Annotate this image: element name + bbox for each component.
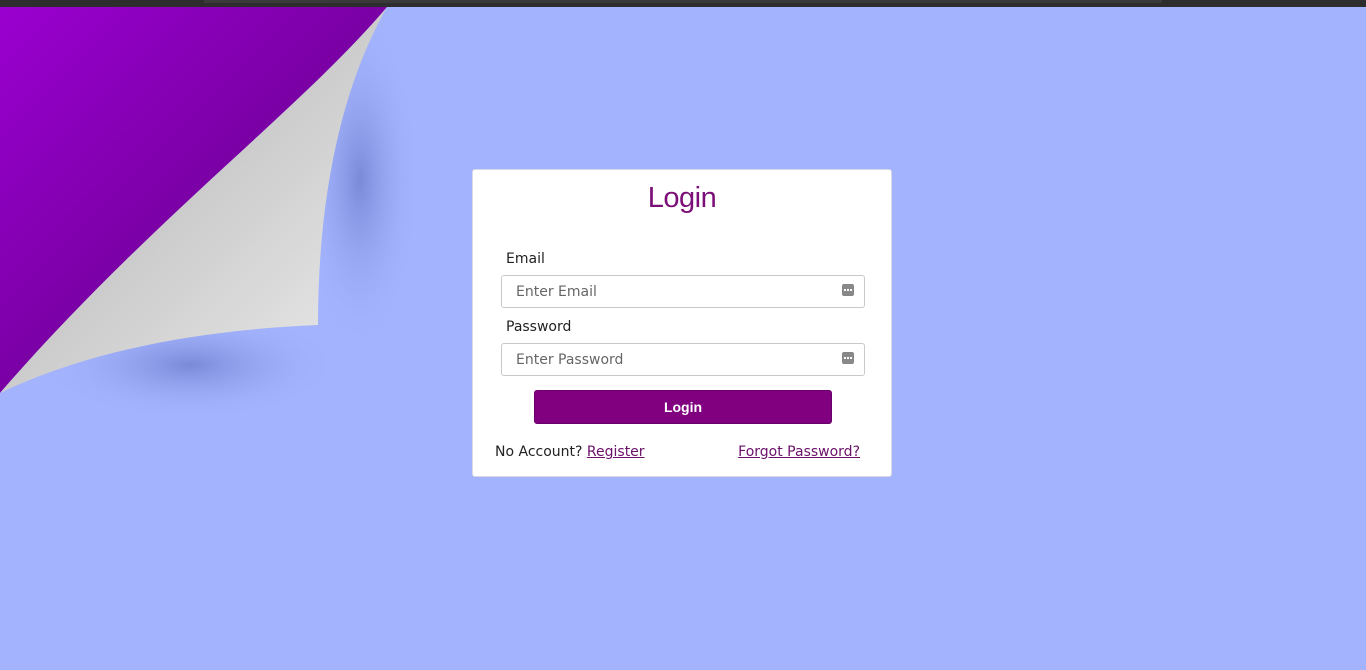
page-curl-decoration bbox=[0, 7, 420, 420]
password-manager-key-icon[interactable] bbox=[842, 284, 854, 296]
forgot-password-link[interactable]: Forgot Password? bbox=[738, 444, 860, 460]
password-input[interactable] bbox=[502, 344, 816, 375]
login-card: Login Email Password Login No Account? R… bbox=[472, 169, 892, 477]
login-title: Login bbox=[647, 182, 717, 214]
password-manager-key-icon[interactable] bbox=[842, 352, 854, 364]
password-field-wrapper bbox=[501, 343, 865, 376]
register-link[interactable]: Register bbox=[587, 444, 645, 460]
login-button[interactable]: Login bbox=[534, 390, 832, 424]
password-label: Password bbox=[506, 319, 572, 335]
email-field-wrapper bbox=[501, 275, 865, 308]
no-account-text: No Account? bbox=[495, 444, 583, 460]
register-row: No Account? Register bbox=[495, 444, 645, 460]
email-input[interactable] bbox=[502, 276, 816, 307]
forgot-row: Forgot Password? bbox=[738, 444, 860, 460]
email-label: Email bbox=[506, 251, 545, 267]
